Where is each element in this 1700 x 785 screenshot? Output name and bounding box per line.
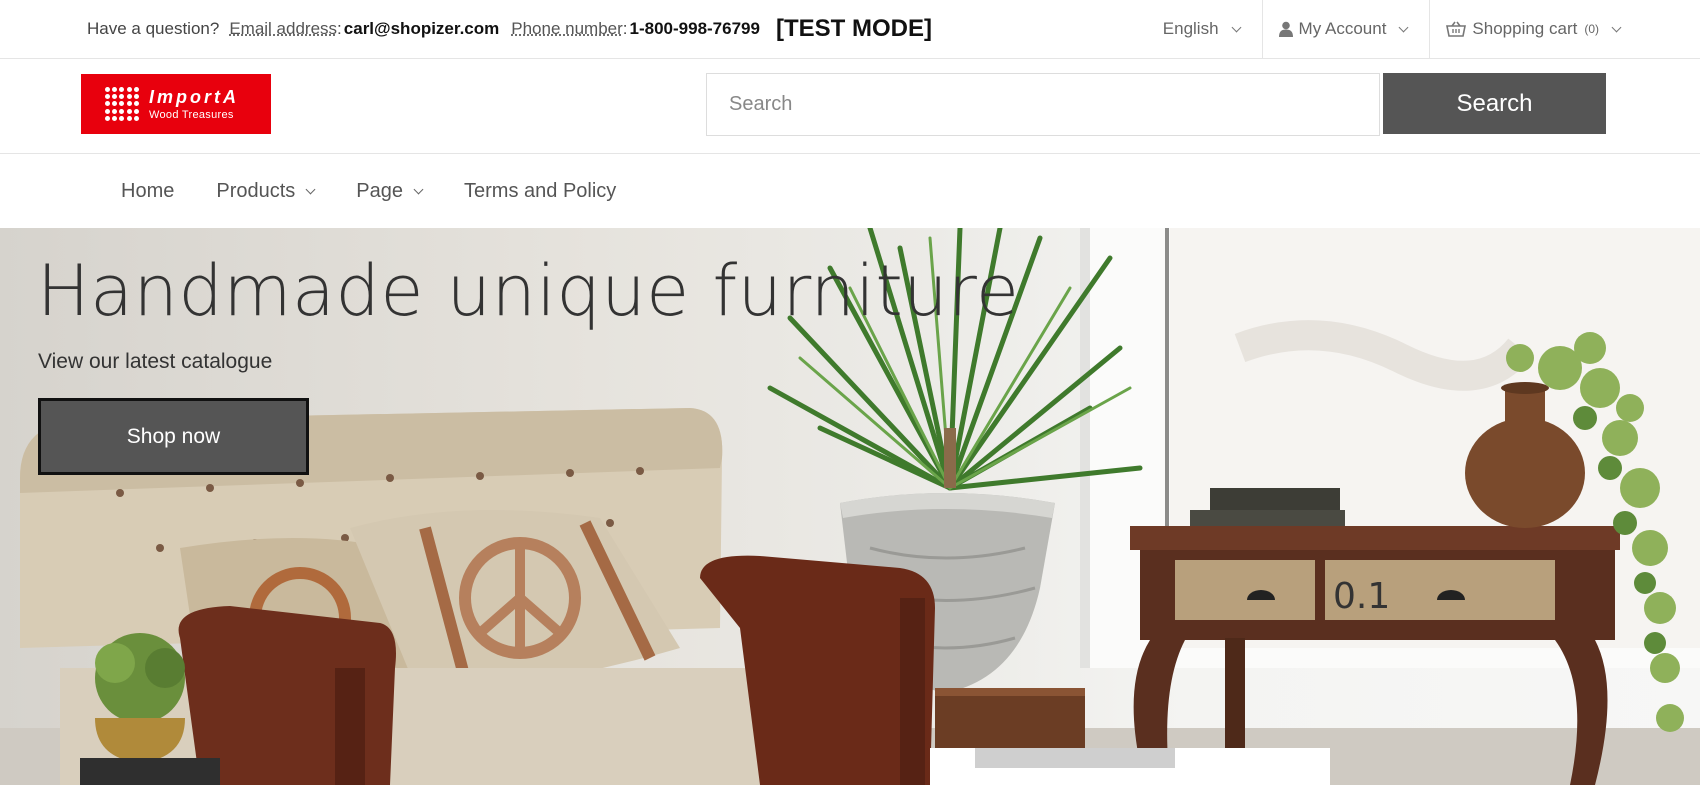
hero-title: Handmade unique furniture	[37, 250, 1020, 332]
hero-subtitle: View our latest catalogue	[38, 350, 273, 373]
top-bar: Have a question? Email address: carl@sho…	[0, 0, 1700, 59]
my-account-label: My Account	[1298, 19, 1387, 38]
chevron-down-icon	[1611, 22, 1622, 32]
shopping-cart-menu[interactable]: Shopping cart (0)	[1429, 0, 1700, 58]
user-icon	[1278, 21, 1293, 37]
language-selector[interactable]: English	[1147, 0, 1262, 58]
email-label: Email address	[229, 19, 338, 38]
search-input[interactable]	[706, 73, 1380, 136]
search-button[interactable]: Search	[1383, 73, 1606, 134]
language-label: English	[1162, 19, 1219, 38]
nav-item-home[interactable]: Home	[121, 180, 174, 203]
chevron-down-icon	[1398, 22, 1409, 32]
basket-icon	[1446, 21, 1467, 37]
cart-count: (0)	[1584, 22, 1599, 36]
hero-banner: 0.1 Handmade unique furniture View our l…	[0, 228, 1700, 785]
drawer-label: 0.1	[1333, 576, 1390, 617]
main-nav: Home Products Page Terms and Policy	[0, 155, 1700, 228]
nav-item-terms[interactable]: Terms and Policy	[464, 180, 616, 203]
my-account-menu[interactable]: My Account	[1261, 0, 1430, 58]
question-text: Have a question?	[87, 19, 220, 38]
shop-now-button[interactable]: Shop now	[38, 398, 309, 475]
chevron-down-icon	[413, 184, 424, 195]
logo-mark-icon	[105, 87, 139, 121]
nav-item-page[interactable]: Page	[356, 180, 424, 203]
top-bar-menus: English My Account Shopping cart (0)	[1147, 0, 1700, 58]
email-value[interactable]: carl@shopizer.com	[344, 19, 499, 39]
phone-label: Phone number	[511, 19, 623, 38]
test-mode-label: [TEST MODE]	[775, 15, 932, 42]
phone-value[interactable]: 1-800-998-76799	[630, 19, 760, 39]
logo-tagline: Wood Treasures	[149, 108, 234, 121]
site-header: ImportA Wood Treasures Search	[0, 59, 1700, 154]
store-logo[interactable]: ImportA Wood Treasures	[81, 74, 271, 134]
nav-item-products[interactable]: Products	[216, 180, 316, 203]
logo-brand: ImportA	[149, 86, 239, 107]
chevron-down-icon	[1231, 22, 1241, 32]
chevron-down-icon	[305, 184, 316, 195]
shopping-cart-label: Shopping cart	[1472, 19, 1578, 38]
contact-info: Have a question? Email address: carl@sho…	[87, 15, 932, 42]
